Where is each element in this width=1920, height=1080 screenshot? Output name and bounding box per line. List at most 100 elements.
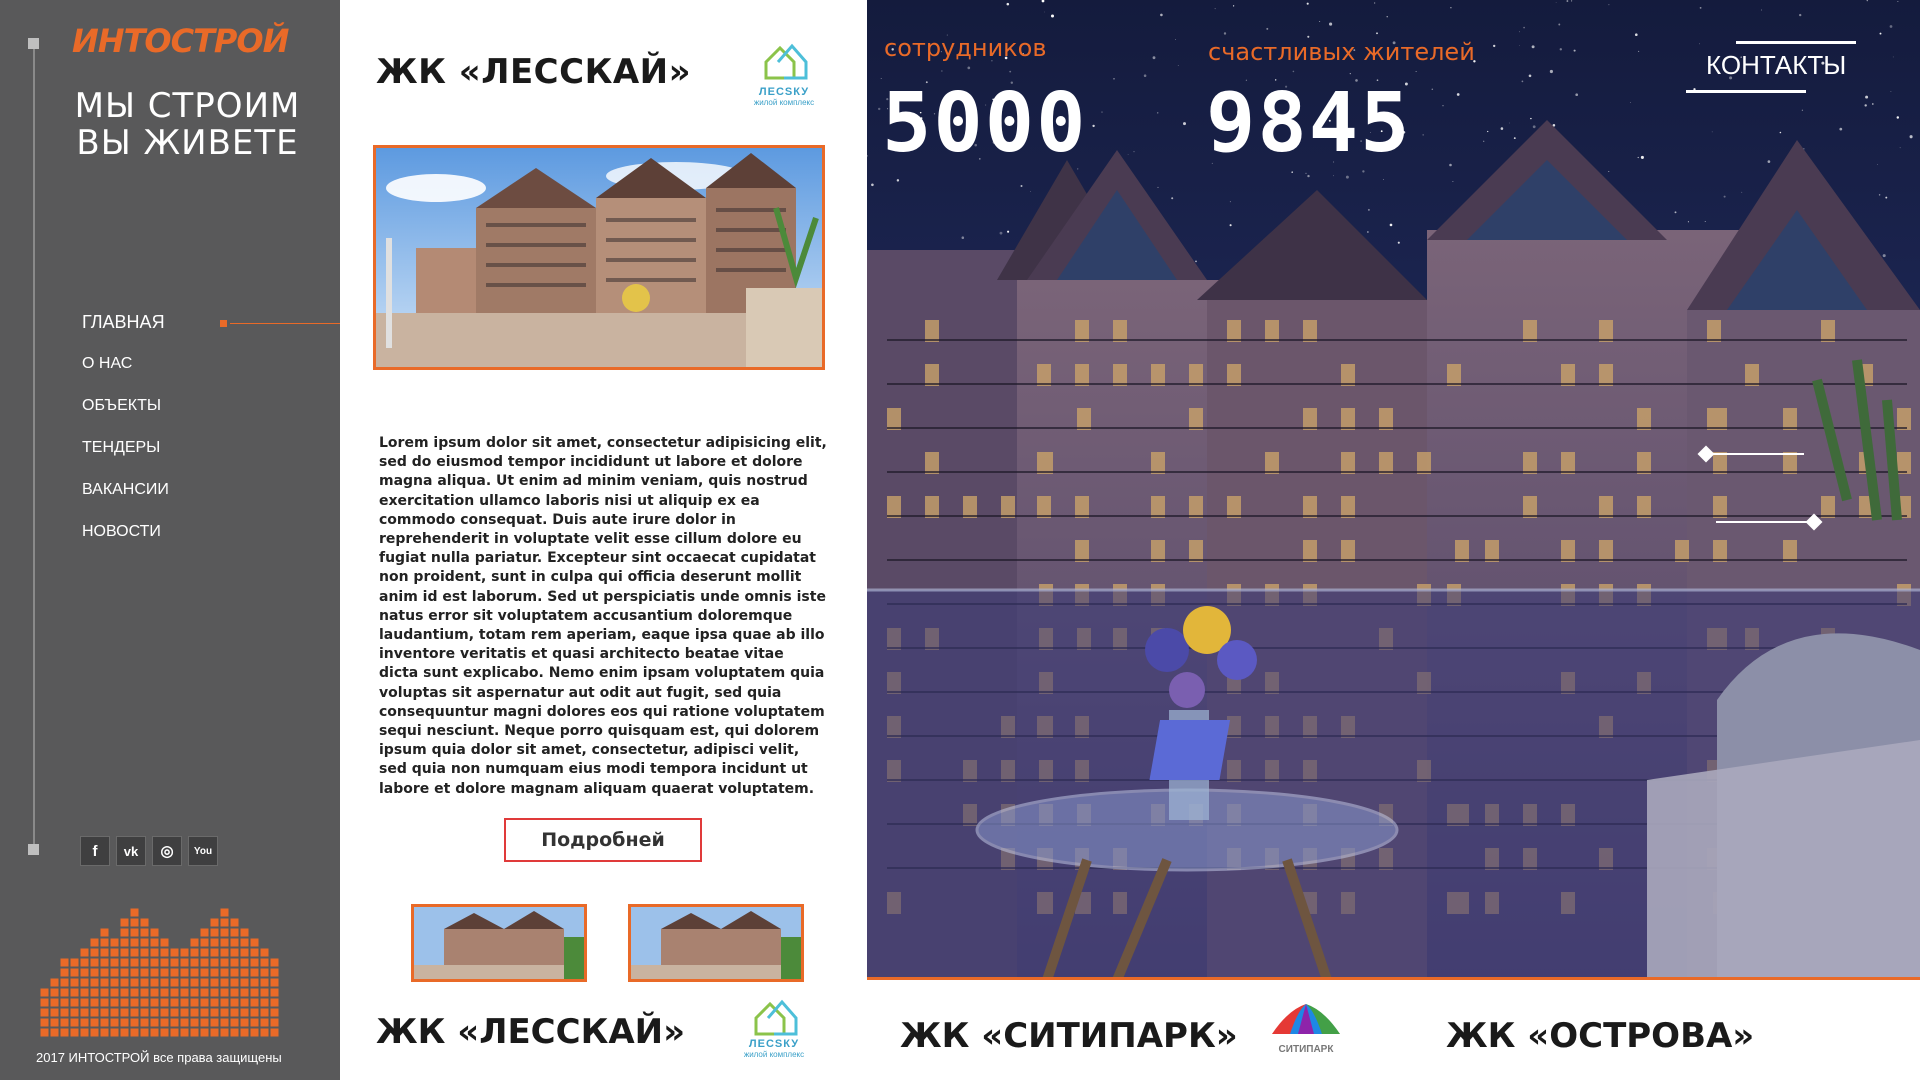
facebook-icon[interactable]: f bbox=[80, 836, 110, 866]
nav-active-line bbox=[230, 323, 340, 324]
equalizer-cell bbox=[140, 928, 149, 937]
equalizer-cell bbox=[40, 998, 49, 1007]
equalizer-cell bbox=[120, 1018, 129, 1027]
equalizer-cell bbox=[90, 938, 99, 947]
equalizer-cell bbox=[130, 918, 139, 927]
equalizer-cell bbox=[150, 928, 159, 937]
slider-prev-line[interactable] bbox=[1712, 453, 1804, 455]
slider-next-line[interactable] bbox=[1716, 521, 1808, 523]
nav-item-tenders[interactable]: ТЕНДЕРЫ bbox=[82, 438, 169, 480]
equalizer-cell bbox=[220, 928, 229, 937]
instagram-icon[interactable]: ◎ bbox=[152, 836, 182, 866]
equalizer-cell bbox=[110, 978, 119, 987]
project-thumbnail-2[interactable] bbox=[628, 904, 804, 982]
vk-icon[interactable]: vk bbox=[116, 836, 146, 866]
equalizer-cell bbox=[270, 1028, 279, 1037]
equalizer-cell bbox=[70, 998, 79, 1007]
equalizer-cell bbox=[240, 1028, 249, 1037]
equalizer-cell bbox=[80, 958, 89, 967]
nav-item-vacancies[interactable]: ВАКАНСИИ bbox=[82, 480, 169, 522]
equalizer-cell bbox=[260, 958, 269, 967]
equalizer-cell bbox=[80, 1008, 89, 1017]
equalizer-cell bbox=[210, 978, 219, 987]
equalizer-cell bbox=[80, 978, 89, 987]
equalizer-cell bbox=[80, 998, 89, 1007]
equalizer-cell bbox=[120, 918, 129, 927]
brand-logo[interactable]: ИНТОСТРОЙ bbox=[72, 22, 289, 60]
equalizer-cell bbox=[120, 928, 129, 937]
equalizer-cell bbox=[80, 948, 89, 957]
equalizer-cell bbox=[230, 938, 239, 947]
nav-item-objects[interactable]: ОБЪЕКТЫ bbox=[82, 396, 169, 438]
equalizer-cell bbox=[90, 958, 99, 967]
equalizer-cell bbox=[250, 948, 259, 957]
equalizer-cell bbox=[60, 978, 69, 987]
equalizer-cell bbox=[220, 1028, 229, 1037]
equalizer-cell bbox=[210, 1008, 219, 1017]
equalizer-cell bbox=[100, 928, 109, 937]
contacts-decor-line-top bbox=[1736, 41, 1856, 44]
bottom-project-ostrova[interactable]: ЖК «ОСТРОВА» bbox=[1446, 1016, 1754, 1056]
equalizer-cell bbox=[100, 1028, 109, 1037]
equalizer-cell bbox=[140, 938, 149, 947]
youtube-icon[interactable]: You bbox=[188, 836, 218, 866]
equalizer-cell bbox=[130, 998, 139, 1007]
project-main-photo[interactable] bbox=[373, 145, 825, 370]
equalizer-cell bbox=[170, 968, 179, 977]
equalizer-cell bbox=[170, 1008, 179, 1017]
umbrella-icon bbox=[1272, 1004, 1340, 1034]
equalizer-cell bbox=[110, 938, 119, 947]
equalizer-cell bbox=[70, 958, 79, 967]
equalizer-cell bbox=[250, 1018, 259, 1027]
equalizer-cell bbox=[110, 1008, 119, 1017]
social-links: f vk ◎ You bbox=[80, 836, 218, 866]
equalizer-cell bbox=[160, 958, 169, 967]
contacts-link[interactable]: КОНТАКТЫ bbox=[1706, 50, 1846, 81]
equalizer-cell bbox=[140, 1008, 149, 1017]
project-thumbnail-1[interactable] bbox=[411, 904, 587, 982]
residents-label: счастливых жителей bbox=[1208, 38, 1475, 66]
equalizer-cell bbox=[160, 978, 169, 987]
slogan-line-1: МЫ СТРОИМ bbox=[74, 86, 301, 126]
equalizer-cell bbox=[230, 1008, 239, 1017]
equalizer-cell bbox=[80, 988, 89, 997]
equalizer-cell bbox=[80, 968, 89, 977]
more-button[interactable]: Подробней bbox=[504, 818, 702, 862]
equalizer-cell bbox=[150, 968, 159, 977]
equalizer-cell bbox=[260, 988, 269, 997]
equalizer-cell bbox=[200, 1028, 209, 1037]
bottom-project-citypark[interactable]: ЖК «СИТИПАРК» bbox=[900, 1016, 1238, 1056]
equalizer-cell bbox=[150, 1018, 159, 1027]
equalizer-cell bbox=[90, 978, 99, 987]
equalizer-cell bbox=[230, 968, 239, 977]
equalizer-cell bbox=[170, 1018, 179, 1027]
equalizer-cell bbox=[250, 998, 259, 1007]
slogan: МЫ СТРОИМ ВЫ ЖИВЕТЕ bbox=[50, 88, 325, 162]
bottom-project-lesskay[interactable]: ЖК «ЛЕССКАЙ» bbox=[376, 1012, 685, 1052]
equalizer-cell bbox=[170, 948, 179, 957]
nav-item-home[interactable]: ГЛАВНАЯ bbox=[82, 312, 169, 354]
equalizer-cell bbox=[220, 908, 229, 917]
equalizer-cell bbox=[200, 998, 209, 1007]
equalizer-cell bbox=[140, 978, 149, 987]
house-icon bbox=[764, 43, 808, 80]
equalizer-cell bbox=[230, 928, 239, 937]
equalizer-cell bbox=[130, 928, 139, 937]
equalizer-cell bbox=[230, 978, 239, 987]
building-photo bbox=[376, 148, 822, 367]
equalizer-cell bbox=[180, 948, 189, 957]
equalizer-cell bbox=[170, 988, 179, 997]
nav-item-about[interactable]: О НАС bbox=[82, 354, 169, 396]
equalizer-cell bbox=[270, 978, 279, 987]
nav-active-dot bbox=[220, 320, 227, 327]
nav-item-news[interactable]: НОВОСТИ bbox=[82, 522, 169, 564]
equalizer-cell bbox=[250, 1028, 259, 1037]
equalizer-cell bbox=[140, 1018, 149, 1027]
equalizer-cell bbox=[250, 1008, 259, 1017]
equalizer-cell bbox=[50, 978, 59, 987]
sidebar-marker-bottom bbox=[28, 844, 39, 855]
equalizer-cell bbox=[230, 988, 239, 997]
equalizer-cell bbox=[200, 988, 209, 997]
equalizer-cell bbox=[120, 968, 129, 977]
equalizer-cell bbox=[180, 988, 189, 997]
